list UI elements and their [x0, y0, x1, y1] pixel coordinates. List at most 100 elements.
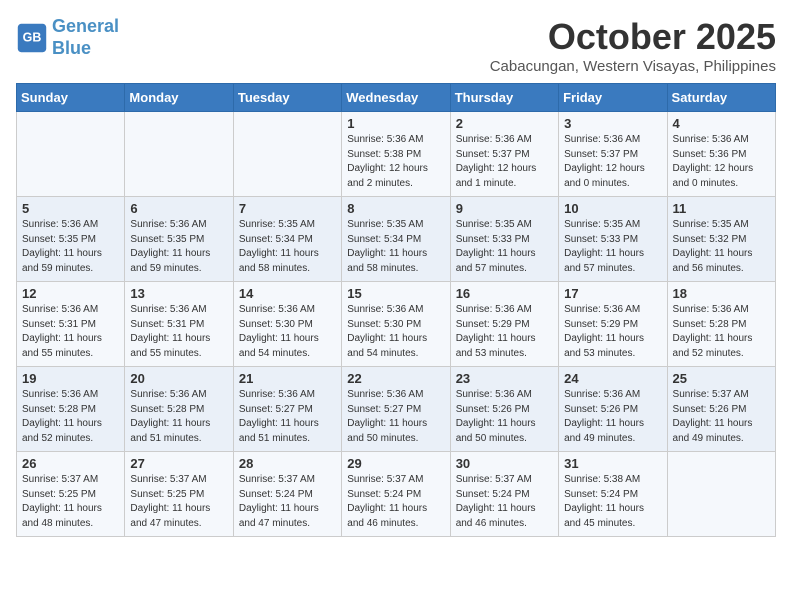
day-info: Sunrise: 5:36 AM Sunset: 5:37 PM Dayligh… [456, 133, 553, 191]
calendar-cell: 30 Sunrise: 5:37 AM Sunset: 5:24 PM Dayli… [450, 452, 558, 537]
weekday-header-cell: Thursday [450, 84, 558, 112]
calendar-cell: 17 Sunrise: 5:36 AM Sunset: 5:29 PM Dayli… [559, 282, 667, 367]
day-info: Sunrise: 5:36 AM Sunset: 5:35 PM Dayligh… [22, 218, 119, 276]
day-info: Sunrise: 5:36 AM Sunset: 5:35 PM Dayligh… [130, 218, 227, 276]
month-year: October 2025 [490, 16, 776, 58]
day-number: 8 [347, 201, 444, 216]
logo: GB General Blue [16, 16, 119, 59]
day-number: 23 [456, 371, 553, 386]
day-number: 15 [347, 286, 444, 301]
day-number: 20 [130, 371, 227, 386]
day-info: Sunrise: 5:37 AM Sunset: 5:24 PM Dayligh… [239, 473, 336, 531]
day-number: 13 [130, 286, 227, 301]
calendar-cell: 27 Sunrise: 5:37 AM Sunset: 5:25 PM Dayli… [125, 452, 233, 537]
day-number: 21 [239, 371, 336, 386]
day-info: Sunrise: 5:38 AM Sunset: 5:24 PM Dayligh… [564, 473, 661, 531]
day-info: Sunrise: 5:36 AM Sunset: 5:26 PM Dayligh… [456, 388, 553, 446]
logo-icon: GB [16, 22, 48, 54]
calendar-cell: 20 Sunrise: 5:36 AM Sunset: 5:28 PM Dayli… [125, 367, 233, 452]
day-info: Sunrise: 5:36 AM Sunset: 5:29 PM Dayligh… [456, 303, 553, 361]
day-info: Sunrise: 5:35 AM Sunset: 5:33 PM Dayligh… [456, 218, 553, 276]
weekday-header-cell: Tuesday [233, 84, 341, 112]
day-info: Sunrise: 5:36 AM Sunset: 5:28 PM Dayligh… [22, 388, 119, 446]
calendar-week-row: 26Sunrise: 5:37 AM Sunset: 5:25 PM Dayli… [17, 452, 776, 537]
day-info: Sunrise: 5:36 AM Sunset: 5:29 PM Dayligh… [564, 303, 661, 361]
calendar-cell [667, 452, 775, 537]
svg-text:GB: GB [23, 30, 42, 44]
calendar-cell: 1 Sunrise: 5:36 AM Sunset: 5:38 PM Daylig… [342, 112, 450, 197]
day-number: 28 [239, 456, 336, 471]
weekday-header-cell: Saturday [667, 84, 775, 112]
day-number: 24 [564, 371, 661, 386]
day-number: 25 [673, 371, 770, 386]
day-number: 19 [22, 371, 119, 386]
calendar-cell: 24 Sunrise: 5:36 AM Sunset: 5:26 PM Dayli… [559, 367, 667, 452]
day-info: Sunrise: 5:36 AM Sunset: 5:28 PM Dayligh… [130, 388, 227, 446]
day-info: Sunrise: 5:36 AM Sunset: 5:26 PM Dayligh… [564, 388, 661, 446]
day-info: Sunrise: 5:37 AM Sunset: 5:25 PM Dayligh… [130, 473, 227, 531]
day-number: 17 [564, 286, 661, 301]
day-info: Sunrise: 5:36 AM Sunset: 5:28 PM Dayligh… [673, 303, 770, 361]
weekday-header-cell: Monday [125, 84, 233, 112]
calendar-week-row: 1 Sunrise: 5:36 AM Sunset: 5:38 PM Daylig… [17, 112, 776, 197]
calendar-cell: 29 Sunrise: 5:37 AM Sunset: 5:24 PM Dayli… [342, 452, 450, 537]
calendar-cell: 2 Sunrise: 5:36 AM Sunset: 5:37 PM Daylig… [450, 112, 558, 197]
day-info: Sunrise: 5:37 AM Sunset: 5:24 PM Dayligh… [347, 473, 444, 531]
day-number: 7 [239, 201, 336, 216]
weekday-header-cell: Sunday [17, 84, 125, 112]
day-info: Sunrise: 5:36 AM Sunset: 5:27 PM Dayligh… [347, 388, 444, 446]
day-number: 2 [456, 116, 553, 131]
weekday-header-cell: Friday [559, 84, 667, 112]
day-number: 18 [673, 286, 770, 301]
calendar-cell: 26Sunrise: 5:37 AM Sunset: 5:25 PM Dayli… [17, 452, 125, 537]
day-info: Sunrise: 5:35 AM Sunset: 5:33 PM Dayligh… [564, 218, 661, 276]
title-block: October 2025 Cabacungan, Western Visayas… [490, 16, 776, 75]
calendar-cell [233, 112, 341, 197]
day-info: Sunrise: 5:36 AM Sunset: 5:30 PM Dayligh… [347, 303, 444, 361]
day-number: 27 [130, 456, 227, 471]
day-number: 10 [564, 201, 661, 216]
weekday-header-row: SundayMondayTuesdayWednesdayThursdayFrid… [17, 84, 776, 112]
day-info: Sunrise: 5:37 AM Sunset: 5:24 PM Dayligh… [456, 473, 553, 531]
day-number: 4 [673, 116, 770, 131]
calendar-cell: 21 Sunrise: 5:36 AM Sunset: 5:27 PM Dayli… [233, 367, 341, 452]
calendar-cell: 19 Sunrise: 5:36 AM Sunset: 5:28 PM Dayli… [17, 367, 125, 452]
day-number: 14 [239, 286, 336, 301]
header: GB General Blue October 2025 Cabacungan,… [16, 16, 776, 75]
calendar-cell: 23 Sunrise: 5:36 AM Sunset: 5:26 PM Dayli… [450, 367, 558, 452]
day-info: Sunrise: 5:36 AM Sunset: 5:31 PM Dayligh… [22, 303, 119, 361]
day-number: 11 [673, 201, 770, 216]
day-number: 16 [456, 286, 553, 301]
calendar-cell: 28 Sunrise: 5:37 AM Sunset: 5:24 PM Dayli… [233, 452, 341, 537]
calendar-cell: 31 Sunrise: 5:38 AM Sunset: 5:24 PM Dayli… [559, 452, 667, 537]
day-number: 3 [564, 116, 661, 131]
calendar-body: 1 Sunrise: 5:36 AM Sunset: 5:38 PM Daylig… [17, 112, 776, 537]
day-number: 31 [564, 456, 661, 471]
calendar-cell: 3Sunrise: 5:36 AM Sunset: 5:37 PM Daylig… [559, 112, 667, 197]
calendar-cell: 14Sunrise: 5:36 AM Sunset: 5:30 PM Dayli… [233, 282, 341, 367]
day-info: Sunrise: 5:36 AM Sunset: 5:27 PM Dayligh… [239, 388, 336, 446]
day-number: 22 [347, 371, 444, 386]
calendar-week-row: 5 Sunrise: 5:36 AM Sunset: 5:35 PM Daylig… [17, 197, 776, 282]
day-number: 5 [22, 201, 119, 216]
calendar-cell: 5 Sunrise: 5:36 AM Sunset: 5:35 PM Daylig… [17, 197, 125, 282]
day-number: 29 [347, 456, 444, 471]
logo-text: General Blue [52, 16, 119, 59]
day-info: Sunrise: 5:36 AM Sunset: 5:38 PM Dayligh… [347, 133, 444, 191]
calendar-cell [17, 112, 125, 197]
calendar-table: SundayMondayTuesdayWednesdayThursdayFrid… [16, 83, 776, 537]
day-number: 1 [347, 116, 444, 131]
calendar-cell: 22 Sunrise: 5:36 AM Sunset: 5:27 PM Dayli… [342, 367, 450, 452]
calendar-cell: 12Sunrise: 5:36 AM Sunset: 5:31 PM Dayli… [17, 282, 125, 367]
calendar-cell: 6 Sunrise: 5:36 AM Sunset: 5:35 PM Daylig… [125, 197, 233, 282]
calendar-cell: 18 Sunrise: 5:36 AM Sunset: 5:28 PM Dayli… [667, 282, 775, 367]
calendar-cell: 25 Sunrise: 5:37 AM Sunset: 5:26 PM Dayli… [667, 367, 775, 452]
day-number: 30 [456, 456, 553, 471]
calendar-week-row: 12Sunrise: 5:36 AM Sunset: 5:31 PM Dayli… [17, 282, 776, 367]
day-info: Sunrise: 5:37 AM Sunset: 5:26 PM Dayligh… [673, 388, 770, 446]
calendar-cell: 7Sunrise: 5:35 AM Sunset: 5:34 PM Daylig… [233, 197, 341, 282]
day-number: 9 [456, 201, 553, 216]
weekday-header-cell: Wednesday [342, 84, 450, 112]
day-number: 6 [130, 201, 227, 216]
calendar-cell: 11Sunrise: 5:35 AM Sunset: 5:32 PM Dayli… [667, 197, 775, 282]
